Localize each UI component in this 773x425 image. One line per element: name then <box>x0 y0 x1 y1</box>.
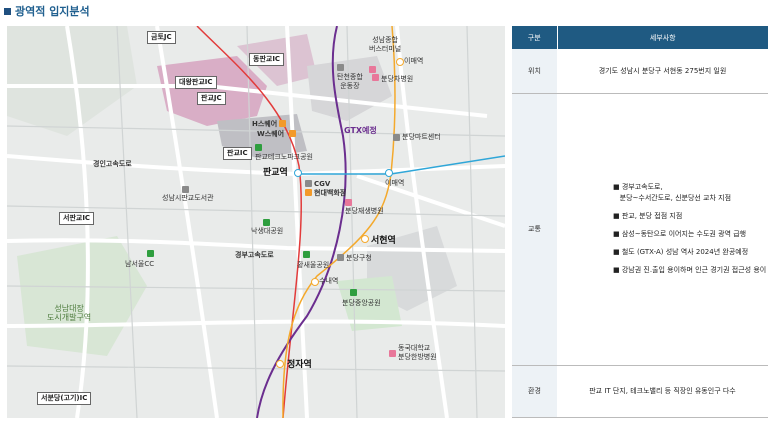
hwangsaeul-park-label: 황새울공원 <box>297 261 330 269</box>
central-park-label: 분당중앙공원 <box>342 299 381 307</box>
dongguk-label: 동국대학교 분당한방병원 <box>398 344 437 361</box>
office-icon <box>337 254 344 261</box>
golf-icon <box>147 250 154 257</box>
stadium-icon <box>337 64 344 71</box>
dongpangyo-ic-label: 동판교IC <box>249 53 285 66</box>
gyeongbu-expwy-label: 경부고속도로 <box>235 251 274 259</box>
jeongja-station-label: 정자역 <box>287 360 312 370</box>
daejang-label: 성남대장 도시개발구역 <box>47 304 92 322</box>
row-category: 교통 <box>512 93 557 366</box>
office-label: 분당구청 <box>346 254 372 262</box>
row-detail: 경기도 성남시 분당구 서현동 275번지 일원 <box>557 49 768 94</box>
terminal-icon <box>369 66 376 73</box>
nakseongdae-park-icon <box>263 219 270 226</box>
location-map[interactable]: 금토JC 동판교IC 대왕판교IC 판교JC 판교IC 서판교IC 서분당(고기… <box>7 26 505 418</box>
section-heading: 광역적 입지분석 <box>4 3 90 19</box>
jesaeng-hospital-icon <box>345 199 352 206</box>
techno-park-label: 판교테크노파크공원 <box>255 153 313 161</box>
namseoul-cc-label: 남서울CC <box>125 260 155 268</box>
mart-icon <box>393 134 400 141</box>
cgv-label: CGV <box>314 180 331 188</box>
analysis-table: 구분 세부사항 위치 경기도 성남시 분당구 서현동 275번지 일원 교통 ■… <box>512 26 768 418</box>
jeongja-station-marker <box>276 360 284 368</box>
list-item: ■ 강남권 진.출입 용이하며 인근 경기권 접근성 용이 <box>613 266 767 274</box>
sunae-station-marker <box>311 278 319 286</box>
hsquare-label: H스퀘어 <box>252 120 278 128</box>
imae-top-marker <box>396 58 404 66</box>
list-item: ■ 판교, 분당 접점 지점 <box>613 212 683 220</box>
list-item: ■ 철도 (GTX-A) 성남 역사 2024년 완공예정 <box>613 248 749 256</box>
tancheon-label: 탄천종합 운동장 <box>337 73 363 90</box>
library-label: 성남시판교도서관 <box>162 194 214 202</box>
table-row: 위치 경기도 성남시 분당구 서현동 275번지 일원 <box>512 49 768 94</box>
gtx-label: GTX예정 <box>344 126 377 135</box>
row-detail: 판교 IT 단지, 테크노밸리 등 직장인 유동인구 다수 <box>557 365 768 418</box>
pangyo-ic-label: 판교IC <box>223 147 252 160</box>
central-park-icon <box>350 289 357 296</box>
bundang-cha-label: 분당차병원 <box>381 75 414 83</box>
mart-label: 분당마트센터 <box>402 133 441 141</box>
gyeongin-expwy-label: 경인고속도로 <box>93 160 132 168</box>
transport-list: ■ 경부고속도로, 분당~수서간도로, 신분당선 교차 지점 ■ 판교, 분당 … <box>557 93 768 366</box>
sunae-label: 수내역 <box>319 277 339 285</box>
row-category: 환경 <box>512 365 557 418</box>
imae-station-marker <box>385 169 393 177</box>
table-row: 환경 판교 IT 단지, 테크노밸리 등 직장인 유동인구 다수 <box>512 365 768 418</box>
pangyo-station-marker <box>294 169 302 177</box>
dongguk-hospital-icon <box>389 350 396 357</box>
table-header-row: 구분 세부사항 <box>512 26 768 49</box>
seobundang-ic-label: 서분당(고기)IC <box>37 392 92 405</box>
heading-text: 광역적 입지분석 <box>15 5 90 18</box>
seopangyo-ic-label: 서판교IC <box>59 212 95 225</box>
daewang-pangyo-ic-label: 대왕판교IC <box>175 76 217 89</box>
hsquare-icon <box>279 120 286 127</box>
table-row: 교통 ■ 경부고속도로, 분당~수서간도로, 신분당선 교차 지점 ■ 판교, … <box>512 93 768 366</box>
hospital-icon <box>372 74 379 81</box>
wsquare-label: W스퀘어 <box>257 130 285 138</box>
list-item: ■ 경부고속도로, 분당~수서간도로, 신분당선 교차 지점 <box>613 183 732 202</box>
hwangsaeul-park-icon <box>303 251 310 258</box>
pangyo-jc-label: 판교JC <box>197 92 226 105</box>
seohyeon-station-marker <box>361 235 369 243</box>
row-category: 위치 <box>512 49 557 94</box>
nakseongdae-park-label: 낙생대공원 <box>251 227 284 235</box>
imae-station-label: 이매역 <box>385 179 405 187</box>
header-category: 구분 <box>512 26 557 49</box>
geumto-ic-label: 금토JC <box>147 31 176 44</box>
terminal-label: 성남종합 버스터미널 <box>369 36 402 53</box>
hyundai-label: 현대백화점 <box>314 189 347 197</box>
jesaeng-label: 분당재생병원 <box>345 207 384 215</box>
seohyeon-station-label: 서현역 <box>371 236 396 246</box>
list-item: ■ 삼성~동탄으로 이어지는 수도권 광역 급행 <box>613 230 747 238</box>
imae-top-label: 이매역 <box>404 57 424 65</box>
green-area-2 <box>17 236 147 356</box>
wsquare-icon <box>289 130 296 137</box>
techno-park-icon <box>255 144 262 151</box>
pangyo-station-label: 판교역 <box>263 168 288 178</box>
header-detail: 세부사항 <box>556 26 768 49</box>
library-icon <box>182 186 189 193</box>
heading-square-icon <box>4 7 11 15</box>
department-store-icon <box>305 189 312 196</box>
cgv-icon <box>305 180 312 187</box>
